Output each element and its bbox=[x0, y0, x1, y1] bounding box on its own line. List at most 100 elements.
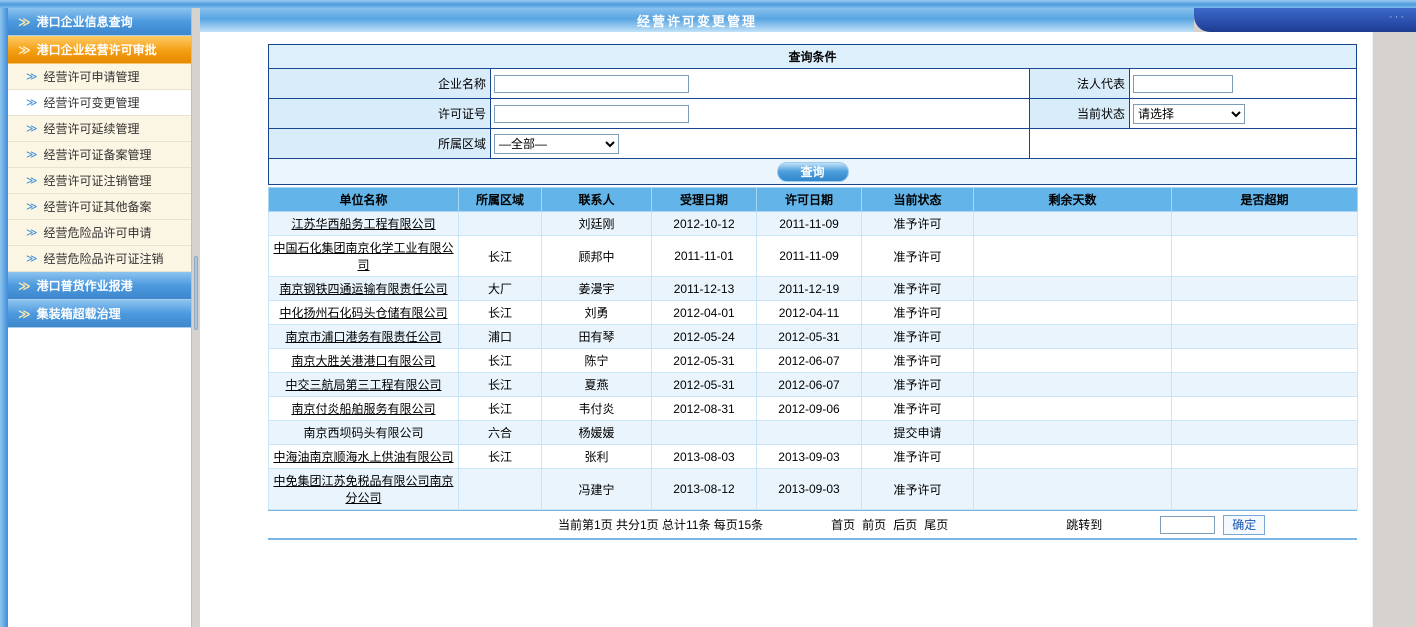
sidebar-item[interactable]: ≫经营许可申请管理 bbox=[8, 64, 191, 90]
table-cell bbox=[1172, 349, 1358, 373]
table-cell bbox=[1172, 301, 1358, 325]
region-select[interactable]: —全部— bbox=[494, 134, 619, 154]
table-cell: 长江 bbox=[459, 301, 542, 325]
confirm-jump-button[interactable]: 确定 bbox=[1223, 515, 1265, 535]
company-name-cell: 南京市浦口港务有限责任公司 bbox=[269, 325, 459, 349]
table-cell: 2013-08-03 bbox=[652, 445, 757, 469]
sidebar-item[interactable]: ≫经营许可延续管理 bbox=[8, 116, 191, 142]
table-cell bbox=[1172, 421, 1358, 445]
table-cell bbox=[974, 469, 1172, 510]
table-cell: 准予许可 bbox=[862, 349, 974, 373]
table-cell bbox=[974, 212, 1172, 236]
jump-page-input[interactable] bbox=[1160, 516, 1215, 534]
table-cell: 冯建宁 bbox=[542, 469, 652, 510]
sidebar-item[interactable]: ≫港口企业信息查询 bbox=[8, 8, 191, 36]
table-row: 南京付炎船舶服务有限公司长江韦付炎2012-08-312012-09-06准予许… bbox=[269, 397, 1358, 421]
table-cell: 2011-11-01 bbox=[652, 236, 757, 277]
company-link[interactable]: 南京大胜关港港口有限公司 bbox=[291, 354, 435, 368]
table-cell bbox=[974, 421, 1172, 445]
column-header: 联系人 bbox=[542, 188, 652, 212]
prev-page-link[interactable]: 前页 bbox=[862, 516, 886, 533]
table-cell: 韦付炎 bbox=[542, 397, 652, 421]
table-cell: 姜漫宇 bbox=[542, 277, 652, 301]
first-page-link[interactable]: 首页 bbox=[831, 516, 855, 533]
table-cell bbox=[652, 421, 757, 445]
sidebar-item[interactable]: ≫经营危险品许可证注销 bbox=[8, 246, 191, 272]
sidebar-item[interactable]: ≫经营许可变更管理 bbox=[8, 90, 191, 116]
table-cell bbox=[757, 421, 862, 445]
company-link[interactable]: 南京付炎船舶服务有限公司 bbox=[291, 402, 435, 416]
results-header-row: 单位名称所属区域联系人受理日期许可日期当前状态剩余天数是否超期 bbox=[269, 188, 1358, 212]
double-arrow-icon: ≫ bbox=[18, 307, 31, 321]
table-row: 中国石化集团南京化学工业有限公司长江顾邦中2011-11-012011-11-0… bbox=[269, 236, 1358, 277]
sidebar-item[interactable]: ≫集装箱超载治理 bbox=[8, 300, 191, 328]
company-link[interactable]: 南京钢铁四通运输有限责任公司 bbox=[279, 282, 447, 296]
splitter-handle[interactable] bbox=[194, 256, 198, 330]
table-cell: 2012-06-07 bbox=[757, 373, 862, 397]
table-cell bbox=[974, 349, 1172, 373]
license-number-input[interactable] bbox=[494, 105, 689, 123]
main-area: 经营许可变更管理 ··· 查询条件 企业名称 bbox=[200, 8, 1416, 627]
column-header: 是否超期 bbox=[1172, 188, 1358, 212]
company-name-cell: 江苏华西船务工程有限公司 bbox=[269, 212, 459, 236]
next-page-link[interactable]: 后页 bbox=[893, 516, 917, 533]
table-cell: 2011-11-09 bbox=[757, 212, 862, 236]
sidebar-item-label: 经营危险品许可申请 bbox=[44, 224, 152, 241]
company-link[interactable]: 中化扬州石化码头仓储有限公司 bbox=[279, 306, 447, 320]
current-status-select[interactable]: 请选择 bbox=[1133, 104, 1245, 124]
jump-to-label: 跳转到 bbox=[1066, 516, 1102, 533]
table-cell: 长江 bbox=[459, 236, 542, 277]
sidebar-item[interactable]: ≫港口普货作业报港 bbox=[8, 272, 191, 300]
company-name-cell: 中交三航局第三工程有限公司 bbox=[269, 373, 459, 397]
sidebar-item[interactable]: ≫经营危险品许可申请 bbox=[8, 220, 191, 246]
company-link[interactable]: 中交三航局第三工程有限公司 bbox=[285, 378, 441, 392]
table-cell: 张利 bbox=[542, 445, 652, 469]
double-arrow-icon: ≫ bbox=[26, 70, 38, 83]
table-cell bbox=[1172, 373, 1358, 397]
company-link[interactable]: 中海油南京顺海水上供油有限公司 bbox=[273, 450, 453, 464]
column-header: 单位名称 bbox=[269, 188, 459, 212]
company-name-cell: 中国石化集团南京化学工业有限公司 bbox=[269, 236, 459, 277]
table-cell: 2012-10-12 bbox=[652, 212, 757, 236]
sidebar-item[interactable]: ≫港口企业经营许可审批 bbox=[8, 36, 191, 64]
double-arrow-icon: ≫ bbox=[18, 43, 31, 57]
license-number-label: 许可证号 bbox=[269, 99, 491, 129]
application-window: ≫港口企业信息查询≫港口企业经营许可审批≫经营许可申请管理≫经营许可变更管理≫经… bbox=[0, 0, 1416, 627]
column-header: 当前状态 bbox=[862, 188, 974, 212]
last-page-link[interactable]: 尾页 bbox=[924, 516, 948, 533]
table-cell: 顾邦中 bbox=[542, 236, 652, 277]
table-cell: 长江 bbox=[459, 445, 542, 469]
company-link[interactable]: 江苏华西船务工程有限公司 bbox=[291, 217, 435, 231]
table-cell: 长江 bbox=[459, 397, 542, 421]
search-button[interactable]: 查询 bbox=[777, 162, 849, 182]
table-cell: 2012-08-31 bbox=[652, 397, 757, 421]
table-cell bbox=[974, 445, 1172, 469]
table-cell: 提交申请 bbox=[862, 421, 974, 445]
double-arrow-icon: ≫ bbox=[26, 200, 38, 213]
sidebar-item[interactable]: ≫经营许可证备案管理 bbox=[8, 142, 191, 168]
company-link[interactable]: 南京市浦口港务有限责任公司 bbox=[285, 330, 441, 344]
table-row: 中交三航局第三工程有限公司长江夏燕2012-05-312012-06-07准予许… bbox=[269, 373, 1358, 397]
table-cell: 大厂 bbox=[459, 277, 542, 301]
table-cell bbox=[1172, 469, 1358, 510]
sidebar-item-label: 经营许可证其他备案 bbox=[44, 198, 152, 215]
company-link[interactable]: 中免集团江苏免税品有限公司南京分公司 bbox=[273, 474, 453, 505]
table-cell bbox=[1172, 445, 1358, 469]
company-name-cell: 南京钢铁四通运输有限责任公司 bbox=[269, 277, 459, 301]
company-name-cell: 中免集团江苏免税品有限公司南京分公司 bbox=[269, 469, 459, 510]
table-cell: 陈宁 bbox=[542, 349, 652, 373]
splitter-gutter bbox=[192, 8, 200, 627]
table-cell bbox=[459, 212, 542, 236]
table-cell bbox=[1172, 325, 1358, 349]
sidebar-item[interactable]: ≫ 经营许可证其他备案 bbox=[8, 194, 191, 220]
page-header: 经营许可变更管理 ··· bbox=[200, 8, 1416, 32]
company-link[interactable]: 中国石化集团南京化学工业有限公司 bbox=[273, 241, 453, 272]
table-cell: 刘勇 bbox=[542, 301, 652, 325]
sidebar-item[interactable]: ≫经营许可证注销管理 bbox=[8, 168, 191, 194]
double-arrow-icon: ≫ bbox=[26, 122, 38, 135]
company-name-input[interactable] bbox=[494, 75, 689, 93]
legal-person-input[interactable] bbox=[1133, 75, 1233, 93]
table-cell: 长江 bbox=[459, 373, 542, 397]
table-cell: 准予许可 bbox=[862, 373, 974, 397]
company-name-label: 企业名称 bbox=[269, 69, 491, 99]
